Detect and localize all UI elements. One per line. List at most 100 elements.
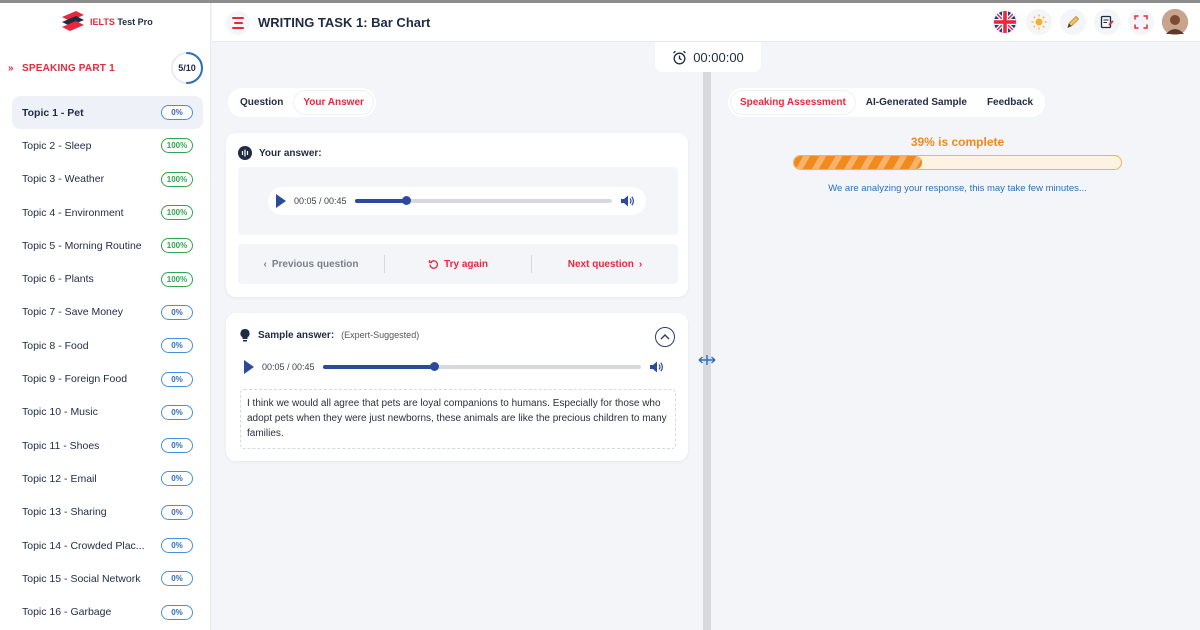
topic-progress-badge: 0% bbox=[161, 504, 193, 520]
topic-progress-badge: 0% bbox=[161, 404, 193, 420]
topic-item[interactable]: Topic 16 - Garbage 0% bbox=[12, 595, 203, 628]
lightbulb-icon bbox=[240, 328, 250, 342]
topic-label: Topic 10 - Music bbox=[22, 406, 98, 419]
topic-progress-badge: 0% bbox=[161, 304, 193, 320]
topic-list: Topic 1 - Pet 0% Topic 2 - Sleep 100% Topic … bbox=[12, 96, 203, 629]
top-bar: WRITING TASK 1: Bar Chart bbox=[212, 3, 1200, 42]
topic-label: Topic 13 - Sharing bbox=[22, 506, 107, 519]
topic-progress-badge: 0% bbox=[161, 371, 193, 387]
tab-feedback[interactable]: Feedback bbox=[978, 91, 1042, 114]
topic-label: Topic 8 - Food bbox=[22, 339, 89, 352]
topic-item[interactable]: Topic 14 - Crowded Plac... 0% bbox=[12, 529, 203, 562]
sample-seek-bar[interactable] bbox=[322, 362, 641, 371]
topic-progress-badge: 0% bbox=[161, 538, 193, 553]
topic-label: Topic 9 - Foreign Food bbox=[22, 373, 128, 386]
sample-seek-fill bbox=[322, 365, 434, 369]
topic-label: Topic 7 - Save Money bbox=[22, 306, 123, 319]
answer-tabs: Question Your Answer bbox=[228, 88, 376, 117]
topic-item[interactable]: Topic 13 - Sharing 0% bbox=[12, 496, 203, 529]
section-header[interactable]: » SPEAKING PART 1 5/10 bbox=[8, 51, 208, 85]
topic-item[interactable]: Topic 1 - Pet 0% bbox=[12, 96, 203, 130]
assessment-progress-bar bbox=[793, 155, 1122, 170]
topic-label: Topic 11 - Shoes bbox=[22, 439, 100, 452]
topic-item[interactable]: Topic 9 - Foreign Food 0% bbox=[12, 362, 203, 395]
answer-audio-player: 00:05 / 00:45 bbox=[268, 187, 646, 215]
tab-ai-generated-sample[interactable]: AI-Generated Sample bbox=[857, 91, 976, 114]
topic-item[interactable]: Topic 3 - Weather 100% bbox=[12, 163, 203, 196]
uk-flag-icon[interactable] bbox=[992, 9, 1018, 35]
edit-document-icon[interactable] bbox=[1094, 9, 1120, 35]
topic-progress-badge: 0% bbox=[161, 471, 193, 487]
pencil-icon[interactable] bbox=[1060, 9, 1086, 35]
topic-label: Topic 4 - Environment bbox=[22, 206, 124, 219]
collapse-button[interactable] bbox=[655, 327, 675, 347]
topic-item[interactable]: Topic 11 - Shoes 0% bbox=[12, 429, 203, 462]
topic-label: Topic 3 - Weather bbox=[22, 173, 105, 186]
assessment-progress-fill bbox=[794, 156, 922, 169]
topic-progress-badge: 0% bbox=[161, 438, 193, 454]
volume-icon[interactable] bbox=[620, 194, 635, 208]
sun-icon[interactable] bbox=[1026, 9, 1052, 35]
double-chevron-down-icon: » bbox=[8, 62, 14, 74]
topic-progress-badge: 0% bbox=[161, 571, 193, 587]
topic-item[interactable]: Topic 12 - Email 0% bbox=[12, 462, 203, 495]
try-again-button[interactable]: Try again bbox=[385, 259, 531, 270]
volume-icon[interactable] bbox=[649, 360, 664, 374]
chevron-left-icon: ‹ bbox=[263, 258, 267, 270]
topic-label: Topic 16 - Garbage bbox=[22, 606, 112, 619]
topic-progress-badge: 100% bbox=[161, 171, 193, 187]
tab-your-answer[interactable]: Your Answer bbox=[294, 91, 373, 114]
section-progress-text: 5/10 bbox=[178, 63, 196, 73]
topic-item[interactable]: Topic 8 - Food 0% bbox=[12, 329, 203, 362]
topic-label: Topic 1 - Pet bbox=[22, 106, 84, 119]
topic-item[interactable]: Topic 15 - Social Network 0% bbox=[12, 562, 203, 595]
brand-logo[interactable]: IELTS Test Pro bbox=[58, 9, 153, 35]
tab-question[interactable]: Question bbox=[231, 91, 292, 114]
topic-item[interactable]: Topic 2 - Sleep 100% bbox=[12, 129, 203, 162]
brand-name: IELTS Test Pro bbox=[90, 17, 153, 27]
alarm-clock-icon bbox=[673, 50, 687, 64]
timer-value: 00:00:00 bbox=[693, 49, 744, 65]
logo-icon bbox=[58, 9, 86, 35]
section-progress-ring: 5/10 bbox=[170, 51, 204, 85]
topic-progress-badge: 100% bbox=[161, 238, 193, 254]
topic-progress-badge: 0% bbox=[161, 338, 193, 354]
answer-player-area: 00:05 / 00:45 bbox=[238, 167, 678, 235]
answer-seek-bar[interactable] bbox=[354, 196, 612, 205]
question-navigation: ‹ Previous question Try again Next quest… bbox=[238, 244, 678, 284]
sidebar: IELTS Test Pro » SPEAKING PART 1 5/10 To… bbox=[0, 3, 211, 630]
resize-handle-icon[interactable] bbox=[697, 352, 717, 368]
menu-toggle-button[interactable] bbox=[226, 11, 250, 35]
topic-label: Topic 12 - Email bbox=[22, 472, 97, 485]
sample-player-time: 00:05 / 00:45 bbox=[262, 362, 315, 372]
topic-progress-badge: 0% bbox=[161, 604, 193, 620]
tab-speaking-assessment[interactable]: Speaking Assessment bbox=[731, 91, 855, 114]
panel-divider[interactable] bbox=[703, 72, 711, 630]
answer-seek-knob[interactable] bbox=[401, 196, 411, 205]
retry-icon bbox=[428, 259, 439, 269]
fullscreen-icon[interactable] bbox=[1128, 9, 1154, 35]
section-title: SPEAKING PART 1 bbox=[22, 62, 115, 74]
topic-progress-badge: 100% bbox=[161, 205, 193, 221]
sample-seek-knob[interactable] bbox=[429, 362, 439, 371]
user-avatar[interactable] bbox=[1162, 9, 1188, 35]
topic-item[interactable]: Topic 5 - Morning Routine 100% bbox=[12, 229, 203, 262]
topic-item[interactable]: Topic 6 - Plants 100% bbox=[12, 262, 203, 295]
play-icon[interactable] bbox=[276, 194, 286, 208]
play-icon[interactable] bbox=[244, 360, 254, 374]
topic-progress-badge: 100% bbox=[161, 271, 193, 287]
topic-item[interactable]: Topic 4 - Environment 100% bbox=[12, 196, 203, 229]
topic-label: Topic 15 - Social Network bbox=[22, 572, 141, 585]
previous-question-button[interactable]: ‹ Previous question bbox=[238, 259, 384, 270]
timer: 00:00:00 bbox=[655, 42, 761, 72]
your-answer-title: Your answer: bbox=[259, 147, 322, 159]
topic-label: Topic 6 - Plants bbox=[22, 273, 94, 286]
topic-item[interactable]: Topic 7 - Save Money 0% bbox=[12, 296, 203, 329]
answer-seek-fill bbox=[354, 199, 406, 203]
chevron-up-icon bbox=[660, 334, 670, 340]
next-question-button[interactable]: Next question › bbox=[532, 259, 678, 270]
topic-item[interactable]: Topic 10 - Music 0% bbox=[12, 396, 203, 429]
audio-wave-icon bbox=[238, 146, 252, 160]
page-title: WRITING TASK 1: Bar Chart bbox=[258, 15, 431, 30]
answer-player-time: 00:05 / 00:45 bbox=[294, 196, 347, 206]
